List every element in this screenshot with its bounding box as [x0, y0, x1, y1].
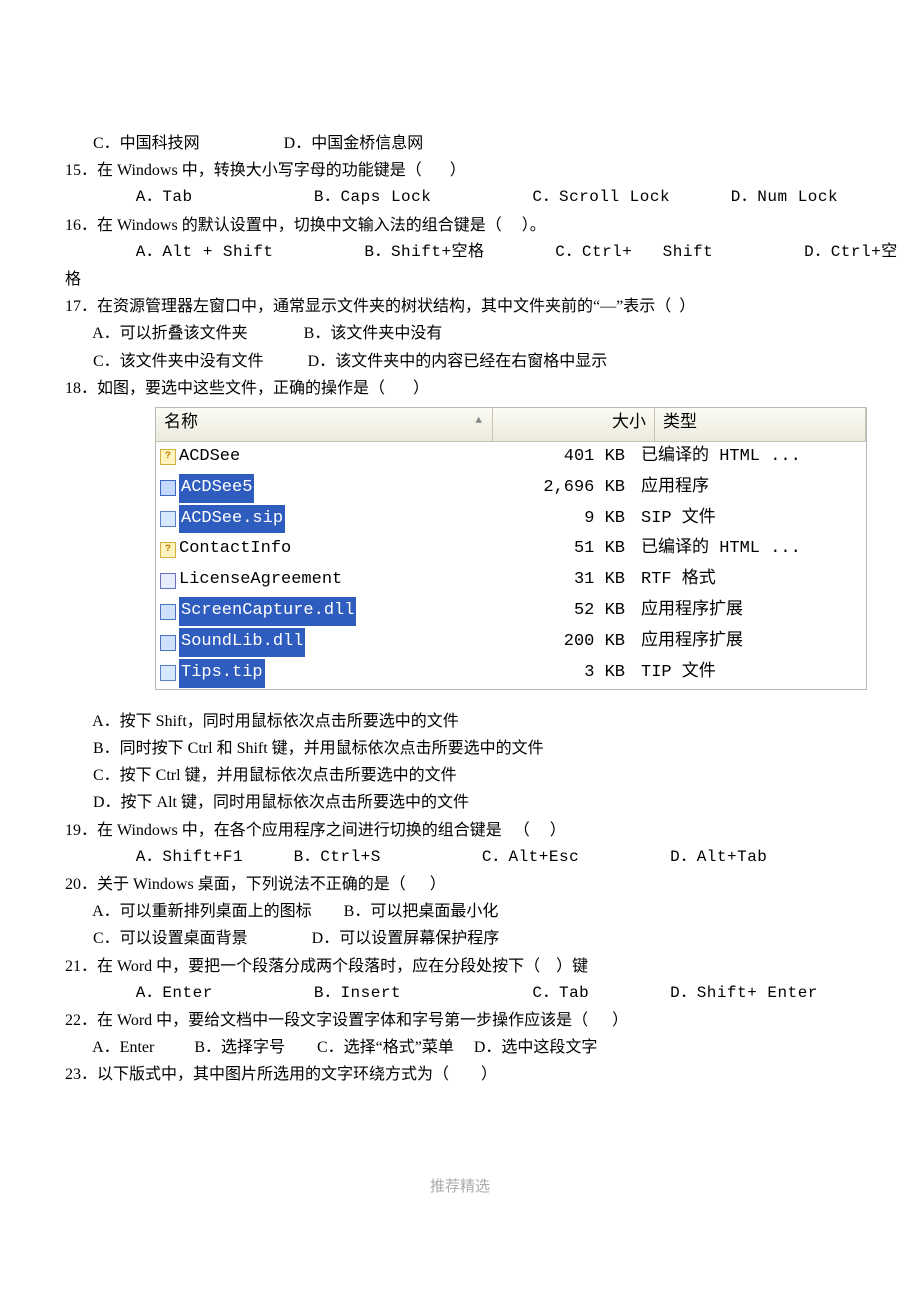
file-icon: [160, 480, 176, 496]
q19: 19．在 Windows 中，在各个应用程序之间进行切换的组合键是 （ ）: [65, 817, 840, 844]
col-name[interactable]: 名称 ▲: [156, 408, 493, 441]
q15-options: A．Tab B．Caps Lock C．Scroll Lock D．Num Lo…: [65, 184, 840, 211]
q17-options-ab: A．可以折叠该文件夹 B．该文件夹中没有: [65, 320, 840, 347]
q17-options-cd: C．该文件夹中没有文件 D．该文件夹中的内容已经在右窗格中显示: [65, 348, 840, 375]
file-type: 已编译的 HTML ...: [633, 443, 866, 472]
file-size: 200 KB: [480, 628, 633, 657]
file-size: 9 KB: [480, 505, 633, 534]
file-name: Tips.tip: [179, 659, 265, 688]
col-name-label: 名称: [164, 414, 198, 433]
file-size: 2,696 KB: [480, 474, 633, 503]
file-icon: ?: [160, 449, 176, 465]
file-name: ContactInfo: [179, 535, 291, 564]
file-name: LicenseAgreement: [179, 566, 342, 595]
file-name: ScreenCapture.dll: [179, 597, 356, 626]
q20: 20．关于 Windows 桌面，下列说法不正确的是（ ）: [65, 871, 840, 898]
col-type[interactable]: 类型: [655, 408, 866, 441]
file-type: 应用程序扩展: [633, 597, 866, 626]
sort-arrow-icon: ▲: [475, 412, 482, 431]
footer-label: 推荐精选: [0, 1175, 920, 1201]
file-row[interactable]: SoundLib.dll 200 KB应用程序扩展: [156, 627, 866, 658]
file-list: 名称 ▲ 大小 类型 ?ACDSee401 KB已编译的 HTML ...ACD…: [155, 407, 867, 690]
file-size: 3 KB: [480, 659, 633, 688]
q20-options-cd: C．可以设置桌面背景 D．可以设置屏幕保护程序: [65, 925, 840, 952]
file-size: 401 KB: [480, 443, 633, 472]
q22: 22．在 Word 中，要给文档中一段文字设置字体和字号第一步操作应该是（ ）: [65, 1007, 840, 1034]
file-row[interactable]: Tips.tip 3 KBTIP 文件: [156, 658, 866, 689]
file-type: RTF 格式: [633, 566, 866, 595]
q18-option-b: B．同时按下 Ctrl 和 Shift 键，并用鼠标依次点击所要选中的文件: [65, 735, 840, 762]
q15: 15．在 Windows 中，转换大小写字母的功能键是（ ）: [65, 157, 840, 184]
file-type: 应用程序扩展: [633, 628, 866, 657]
file-size: 51 KB: [480, 535, 633, 564]
file-row[interactable]: ?ACDSee 401 KB已编译的 HTML ...: [156, 442, 866, 473]
file-list-body: ?ACDSee401 KB已编译的 HTML ...ACDSee52,696 K…: [156, 442, 866, 689]
q20-options-ab: A．可以重新排列桌面上的图标 B．可以把桌面最小化: [65, 898, 840, 925]
col-size[interactable]: 大小: [493, 408, 655, 441]
file-row[interactable]: ACDSee5 2,696 KB应用程序: [156, 473, 866, 504]
file-icon: [160, 635, 176, 651]
file-icon: [160, 665, 176, 681]
q14-options-cd: C．中国科技网 D．中国金桥信息网: [65, 130, 840, 157]
q18-option-a: A．按下 Shift，同时用鼠标依次点击所要选中的文件: [65, 708, 840, 735]
file-type: 应用程序: [633, 474, 866, 503]
file-icon: ?: [160, 542, 176, 558]
q18: 18．如图，要选中这些文件，正确的操作是（ ）: [65, 375, 840, 402]
file-type: 已编译的 HTML ...: [633, 535, 866, 564]
file-row[interactable]: LicenseAgreement 31 KBRTF 格式: [156, 565, 866, 596]
q16-options: A．Alt + Shift B．Shift+空格 C．Ctrl+ Shift D…: [65, 239, 840, 266]
q16: 16．在 Windows 的默认设置中，切换中文输入法的组合键是（ ）。: [65, 212, 840, 239]
file-name: ACDSee: [179, 443, 240, 472]
q21-options: A．Enter B．Insert C．Tab D．Shift+ Enter: [65, 980, 840, 1007]
file-size: 31 KB: [480, 566, 633, 595]
file-size: 52 KB: [480, 597, 633, 626]
file-icon: [160, 511, 176, 527]
document-page: C．中国科技网 D．中国金桥信息网 15．在 Windows 中，转换大小写字母…: [0, 0, 920, 1300]
q23: 23．以下版式中，其中图片所选用的文字环绕方式为（ ）: [65, 1061, 840, 1088]
q21: 21．在 Word 中，要把一个段落分成两个段落时，应在分段处按下（ ）键: [65, 953, 840, 980]
file-name: SoundLib.dll: [179, 628, 305, 657]
file-type: TIP 文件: [633, 659, 866, 688]
q18-option-c: C．按下 Ctrl 键，并用鼠标依次点击所要选中的文件: [65, 762, 840, 789]
q22-options: A．Enter B．选择字号 C．选择“格式”菜单 D．选中这段文字: [65, 1034, 840, 1061]
q18-option-d: D．按下 Alt 键，同时用鼠标依次点击所要选中的文件: [65, 789, 840, 816]
file-icon: [160, 573, 176, 589]
file-name: ACDSee5: [179, 474, 254, 503]
file-list-header: 名称 ▲ 大小 类型: [156, 408, 866, 442]
file-type: SIP 文件: [633, 505, 866, 534]
file-row[interactable]: ?ContactInfo 51 KB已编译的 HTML ...: [156, 534, 866, 565]
file-row[interactable]: ScreenCapture.dll 52 KB应用程序扩展: [156, 596, 866, 627]
file-icon: [160, 604, 176, 620]
file-name: ACDSee.sip: [179, 505, 285, 534]
q17: 17．在资源管理器左窗口中，通常显示文件夹的树状结构，其中文件夹前的“—”表示（…: [65, 293, 840, 320]
q19-options: A．Shift+F1 B．Ctrl+S C．Alt+Esc D．Alt+Tab: [65, 844, 840, 871]
file-row[interactable]: ACDSee.sip 9 KBSIP 文件: [156, 504, 866, 535]
q16-options-cont: 格: [65, 266, 840, 293]
